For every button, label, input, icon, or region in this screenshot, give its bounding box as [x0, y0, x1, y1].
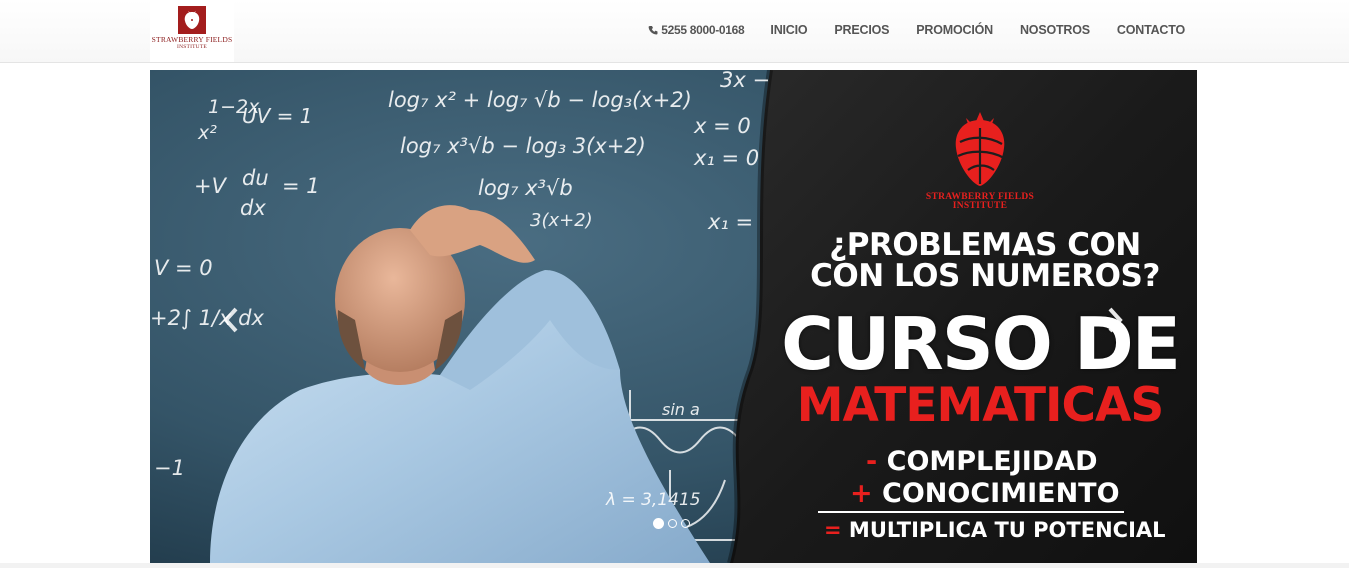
chalk-formula: x² — [198, 122, 217, 144]
nav-phone[interactable]: 5255 8000-0168 — [648, 23, 745, 37]
nav-link-promocion[interactable]: PROMOCIÓN — [916, 23, 993, 37]
promo-line-plus: + CONOCIMIENTO — [850, 478, 1120, 509]
logo-text-line2: INSTITUTE — [177, 44, 207, 50]
chalk-formula: x₁ = 0 — [694, 146, 760, 170]
nav-link-contacto[interactable]: CONTACTO — [1117, 23, 1185, 37]
slider-dot-1[interactable] — [653, 518, 664, 529]
slider-next-button[interactable] — [1100, 302, 1130, 338]
promo-divider — [818, 511, 1124, 513]
promo-subject: MATEMATICAS — [796, 378, 1164, 433]
phone-number: 5255 8000-0168 — [661, 23, 745, 37]
logo-text-line1: STRAWBERRY FIELDS — [151, 35, 233, 44]
plus-symbol: + — [850, 478, 873, 509]
site-header: STRAWBERRY FIELDS INSTITUTE 5255 8000-01… — [0, 0, 1349, 63]
chalk-formula: x₁ = — [708, 210, 754, 234]
promo-line-equals: = MULTIPLICA TU POTENCIAL — [824, 518, 1166, 542]
promo-line-equals-text: MULTIPLICA TU POTENCIAL — [848, 518, 1166, 542]
promo-logo-line2: INSTITUTE — [952, 201, 1008, 211]
promo-question-line1: ¿PROBLEMAS CON — [829, 227, 1141, 263]
chalk-formula: log₇ x³√b − log₃ 3(x+2) — [400, 134, 646, 158]
chalk-formula: +2∫ 1/x dx — [150, 306, 264, 330]
chalk-formula: log₇ x³√b — [478, 176, 573, 200]
promo-line-plus-text: CONOCIMIENTO — [882, 478, 1120, 509]
chalk-formula: 3(x+2) — [530, 210, 593, 231]
promo-line-minus-text: COMPLEJIDAD — [886, 446, 1098, 477]
strawberry-logo-icon — [955, 112, 1005, 186]
equals-symbol: = — [824, 518, 842, 542]
promo-question: ¿PROBLEMAS CON CON LOS NUMEROS? — [785, 230, 1185, 292]
chalk-formula: −1 — [154, 456, 185, 480]
nav-link-precios[interactable]: PRECIOS — [834, 23, 889, 37]
slider-dot-2[interactable] — [668, 519, 677, 528]
slider-pagination — [653, 518, 694, 529]
nav-link-nosotros[interactable]: NOSOTROS — [1020, 23, 1090, 37]
chevron-left-icon — [223, 307, 238, 333]
chalk-formula: 3x − — [720, 70, 771, 92]
chalk-formula: sin a — [662, 400, 700, 419]
strawberry-logo-icon — [178, 6, 206, 34]
promo-line-minus: - COMPLEJIDAD — [866, 446, 1098, 477]
chalk-formula: x = 0 — [694, 114, 751, 138]
chalk-formula: du — [242, 166, 269, 190]
section-divider — [0, 563, 1349, 568]
chalk-formula: λ = 3,1415 — [606, 490, 701, 510]
main-nav: 5255 8000-0168 INICIO PRECIOS PROMOCIÓN … — [648, 0, 1185, 60]
nav-link-inicio[interactable]: INICIO — [770, 23, 807, 37]
site-logo[interactable]: STRAWBERRY FIELDS INSTITUTE — [150, 0, 234, 62]
promo-logo: STRAWBERRY FIELDS INSTITUTE — [915, 108, 1045, 211]
chalk-formula: UV = 1 — [242, 104, 313, 128]
promo-question-line2: CON LOS NUMEROS? — [810, 258, 1160, 294]
chalk-formula: = 1 — [282, 174, 320, 198]
promo-panel: STRAWBERRY FIELDS INSTITUTE ¿PROBLEMAS C… — [770, 70, 1197, 563]
chalk-formula: V = 0 — [154, 256, 213, 280]
chalk-formula: +V — [194, 174, 226, 198]
chalk-formula: dx — [240, 196, 266, 220]
slider-prev-button[interactable] — [216, 302, 246, 338]
phone-icon — [648, 25, 658, 35]
minus-symbol: - — [866, 446, 878, 477]
chalk-formula: log₇ x² + log₇ √b − log₃(x+2) — [388, 88, 692, 112]
hero-slider: 1−2x x² UV = 1 log₇ x² + log₇ √b − log₃(… — [150, 70, 1197, 563]
chevron-right-icon — [1108, 307, 1123, 333]
slider-dot-3[interactable] — [681, 519, 690, 528]
